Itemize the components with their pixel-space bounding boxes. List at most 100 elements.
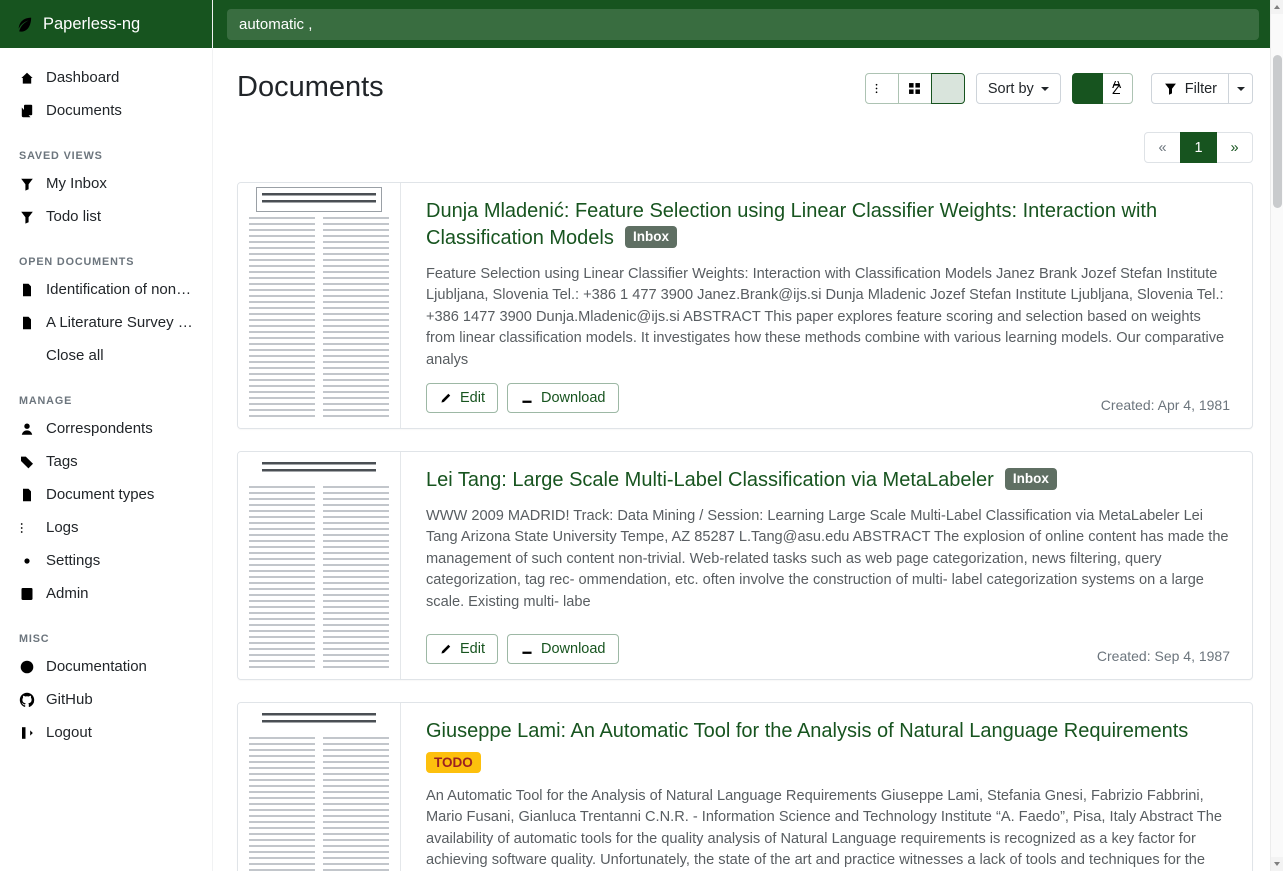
sidebar-item-label: Identification of non-fu... [46,281,193,298]
document-card: Lei Tang: Large Scale Multi-Label Classi… [237,451,1253,680]
document-thumbnail[interactable] [238,183,401,428]
house-icon [19,70,35,86]
download-button[interactable]: Download [507,634,619,664]
page-title: Documents [237,69,384,105]
grid-view-icon [907,81,922,96]
content-area: Documents Sort by [213,48,1283,871]
sidebar-item-label: Tags [46,453,78,470]
document-snippet: An Automatic Tool for the Analysis of Na… [426,786,1230,871]
paperless-logo-icon [15,15,34,34]
thumbnail-text-lines [249,486,389,669]
sidebar-item-todo-list[interactable]: Todo list [0,200,212,233]
brand[interactable]: Paperless-ng [0,0,212,48]
sidebar-item-tags[interactable]: Tags [0,445,212,478]
question-circle-icon [19,659,35,675]
sidebar-item-correspondents[interactable]: Correspondents [0,412,212,445]
toolbar: Sort by Filter [865,69,1253,104]
sidebar-item-settings[interactable]: Settings [0,544,212,577]
thumbnail-title-lines [262,193,376,206]
file-text-icon [19,487,35,503]
sidebar-item-label: Logs [46,519,79,536]
scrollbar[interactable] [1270,0,1283,871]
document-card-body: Lei Tang: Large Scale Multi-Label Classi… [401,452,1252,679]
document-thumbnail[interactable] [238,703,401,871]
sort-alpha-button[interactable] [1102,73,1133,104]
sidebar-item-label: Dashboard [46,69,119,86]
person-icon [19,421,35,437]
sort-by-button[interactable]: Sort by [976,73,1061,104]
download-icon [520,391,534,405]
edit-button[interactable]: Edit [426,634,498,664]
sidebar-item-label: Documents [46,102,122,119]
pagination-row: « 1 » [237,132,1253,163]
logout-icon [19,725,35,741]
sidebar-item-documents[interactable]: Documents [0,94,212,127]
download-button[interactable]: Download [507,383,619,413]
filter-button[interactable]: Filter [1151,73,1229,104]
document-title-link[interactable]: Lei Tang: Large Scale Multi-Label Classi… [426,469,994,491]
view-grid-button[interactable] [898,73,932,104]
sidebar-section-misc: MISC [19,633,193,645]
funnel-icon [1163,81,1178,96]
main-area: Documents Sort by [213,0,1283,871]
sidebar-item-documentation[interactable]: Documentation [0,650,212,683]
pencil-icon [439,391,453,405]
pagination-next-button[interactable]: » [1216,132,1253,163]
sidebar-item-label: Settings [46,552,100,569]
tag-badge-todo[interactable]: TODO [426,752,481,774]
scroll-up-arrow-icon[interactable] [1271,0,1283,14]
brand-name: Paperless-ng [43,15,140,34]
thumbnail-text-lines [249,737,389,871]
document-snippet: Feature Selection using Linear Classifie… [426,264,1230,371]
sort-descending-button[interactable] [1072,73,1103,104]
scrollbar-thumb[interactable] [1273,55,1282,208]
thumbnail-title-lines [262,713,376,726]
sidebar-item-label: Correspondents [46,420,153,437]
edit-button[interactable]: Edit [426,383,498,413]
tag-badge-inbox[interactable]: Inbox [625,226,677,248]
document-title-link[interactable]: Dunja Mladenić: Feature Selection using … [426,200,1157,249]
sidebar-item-my-inbox[interactable]: My Inbox [0,167,212,200]
search-input[interactable] [227,9,1259,40]
created-date: Created: Apr 4, 1981 [1101,397,1230,413]
sidebar-item-close-all[interactable]: Close all [0,339,212,372]
sort-by-label: Sort by [988,81,1034,97]
sort-descending-icon [1080,81,1095,96]
sort-alpha-icon [1110,81,1125,96]
scroll-down-arrow-icon[interactable] [1271,857,1283,871]
thumbnail-title-lines [262,462,376,475]
document-thumbnail[interactable] [238,452,401,679]
document-card-body: Giuseppe Lami: An Automatic Tool for the… [401,703,1252,871]
document-card: Giuseppe Lami: An Automatic Tool for the… [237,702,1253,871]
document-snippet: WWW 2009 MADRID! Track: Data Mining / Se… [426,506,1230,613]
document-title-link[interactable]: Giuseppe Lami: An Automatic Tool for the… [426,720,1188,742]
pagination-prev-button[interactable]: « [1144,132,1181,163]
sidebar-item-open-document-1[interactable]: Identification of non-fu... [0,273,212,306]
sidebar-item-admin[interactable]: Admin [0,577,212,610]
files-icon [19,103,35,119]
pagination-page-1-button[interactable]: 1 [1180,132,1217,163]
sidebar-nav: Dashboard Documents SAVED VIEWS My Inbox… [0,48,212,871]
sidebar-item-label: Logout [46,724,92,741]
sidebar-item-document-types[interactable]: Document types [0,478,212,511]
sidebar-item-label: Documentation [46,658,147,675]
sidebar-item-label: Close all [46,347,104,364]
edit-label: Edit [460,390,485,406]
caret-down-icon [1041,87,1049,91]
tag-badge-inbox[interactable]: Inbox [1005,468,1057,490]
filter-caret-button[interactable] [1228,73,1253,104]
view-table-button[interactable] [865,73,899,104]
sidebar-item-open-document-2[interactable]: A Literature Survey on ... [0,306,212,339]
sidebar-item-dashboard[interactable]: Dashboard [0,61,212,94]
sidebar-item-github[interactable]: GitHub [0,683,212,716]
sort-direction-group [1072,73,1133,104]
sidebar-item-logout[interactable]: Logout [0,716,212,749]
thumbnail-text-lines [249,217,389,418]
github-icon [19,692,35,708]
close-icon [19,348,35,364]
view-cards-button[interactable] [931,73,965,104]
document-card-body: Dunja Mladenić: Feature Selection using … [401,183,1252,428]
caret-down-icon [1237,87,1245,91]
sidebar-item-logs[interactable]: Logs [0,511,212,544]
sidebar-item-label: GitHub [46,691,93,708]
